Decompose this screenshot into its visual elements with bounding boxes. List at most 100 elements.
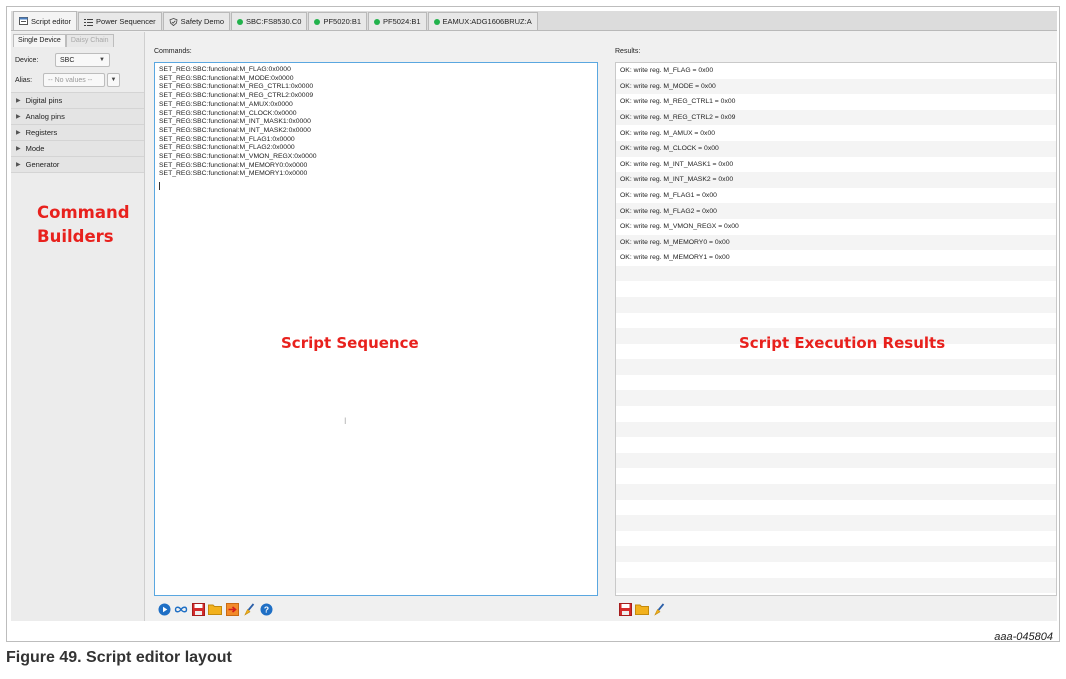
save-icon (191, 602, 205, 616)
clear-brush-icon (243, 602, 254, 616)
result-row: OK: write reg. M_FLAG = 0x00 (620, 67, 714, 75)
empty-result-row (616, 265, 1056, 282)
run-button[interactable] (157, 602, 171, 616)
tab-power-sequencer[interactable]: Power Sequencer (78, 12, 162, 30)
commands-label: Commands: (154, 48, 192, 55)
empty-result-row (616, 515, 1056, 531)
tab-pf5020[interactable]: PF5020:B1 (308, 12, 367, 30)
command-line: SET_REG:SBC:functional:M_MEMORY1:0x0000 (159, 170, 308, 178)
device-mode-tabs: Single Device Daisy Chain (11, 32, 144, 47)
result-row: OK: write reg. M_CLOCK = 0x00 (616, 140, 1056, 157)
result-lines: OK: write reg. M_FLAG = 0x00 OK: write re… (616, 63, 1056, 594)
loop-icon (174, 606, 188, 612)
empty-result-row (616, 313, 1056, 329)
result-row: OK: write reg. M_VMON_REGX = 0x00 (620, 223, 739, 231)
command-line: SET_REG:SBC:functional:M_MEMORY0:0x0000 (159, 161, 308, 169)
status-dot-icon (374, 18, 380, 25)
section-mode[interactable]: ▶ Mode (11, 141, 144, 157)
svg-text:?: ? (263, 604, 268, 614)
section-label: Registers (25, 128, 58, 137)
play-icon (158, 603, 170, 615)
empty-result-row (616, 468, 1056, 484)
empty-result-row (616, 531, 1056, 547)
clear-script-button[interactable] (242, 602, 256, 616)
annotation-line: Command (37, 203, 130, 222)
tab-label: PF5024:B1 (383, 17, 421, 26)
command-line: SET_REG:SBC:functional:M_VMON_REGX:0x000… (159, 153, 317, 161)
command-line: SET_REG:SBC:functional:M_REG_CTRL1:0x000… (159, 83, 314, 91)
save-script-button[interactable] (191, 602, 205, 616)
open-results-button[interactable] (635, 602, 649, 616)
clear-results-button[interactable] (652, 602, 666, 616)
open-folder-icon (208, 604, 222, 615)
result-row: OK: write reg. M_REG_CTRL1 = 0x00 (620, 98, 736, 106)
tab-label: Script editor (31, 16, 72, 26)
alias-row: Alias: -- No values -- ▼ (11, 70, 144, 90)
command-builders-annotation: Command Builders (37, 201, 130, 249)
results-label: Results: (615, 48, 641, 55)
command-line: SET_REG:SBC:functional:M_FLAG1:0x0000 (159, 135, 295, 143)
empty-result-row (616, 546, 1056, 562)
tab-pf5024[interactable]: PF5024:B1 (368, 12, 427, 30)
chevron-right-icon: ▶ (16, 162, 21, 168)
empty-result-row (616, 281, 1056, 297)
figure-code: aaa-045804 (994, 631, 1053, 643)
script-editor-icon (19, 17, 28, 25)
tab-eamux[interactable]: EAMUX:ADG1606BRUZ:A (427, 12, 538, 30)
empty-result-row (616, 390, 1056, 407)
tab-single-device[interactable]: Single Device (13, 34, 66, 47)
help-button[interactable]: ? (259, 602, 273, 616)
status-dot-icon (237, 18, 244, 25)
import-button[interactable] (225, 602, 239, 616)
tab-bar: Script editor Power Sequencer Safety Dem… (11, 11, 1057, 31)
tab-sbc-fs8530[interactable]: SBC:FS8530.C0 (231, 12, 308, 30)
alias-dropdown-button[interactable]: ▼ (107, 73, 120, 87)
results-toolbar (618, 602, 666, 616)
command-line: SET_REG:SBC:functional:M_INT_MASK1:0x000… (159, 118, 311, 126)
script-execution-results-annotation: Script Execution Results (739, 334, 946, 352)
chevron-right-icon: ▶ (16, 130, 21, 136)
tab-script-editor[interactable]: Script editor (13, 11, 78, 30)
chevron-right-icon: ▶ (16, 146, 21, 152)
tab-safety-demo[interactable]: Safety Demo (162, 12, 231, 30)
tab-label: SBC:FS8530.C0 (246, 17, 302, 26)
section-label: Digital pins (25, 96, 63, 105)
command-lines: SET_REG:SBC:functional:M_FLAG:0x0000 SET_… (155, 63, 597, 182)
result-row: OK: write reg. M_REG_CTRL2 = 0x09 (616, 109, 1056, 126)
figure-frame: Script editor Power Sequencer Safety Dem… (6, 6, 1060, 643)
script-sequence-annotation: Script Sequence (281, 334, 419, 352)
commands-editor[interactable]: SET_REG:SBC:functional:M_FLAG:0x0000 SET_… (154, 62, 598, 596)
clear-brush-icon (653, 602, 664, 616)
save-results-button[interactable] (618, 602, 632, 616)
device-row: Device: SBC ▼ (11, 50, 144, 70)
tab-daisy-chain[interactable]: Daisy Chain (65, 34, 114, 47)
section-generator[interactable]: ▶ Generator (11, 157, 144, 173)
command-line: SET_REG:SBC:functional:M_AMUX:0x0000 (159, 100, 293, 108)
open-folder-icon (635, 604, 649, 615)
script-editor-window: Script editor Power Sequencer Safety Dem… (11, 11, 1057, 621)
results-list[interactable]: OK: write reg. M_FLAG = 0x00 OK: write re… (615, 62, 1057, 596)
command-line: SET_REG:SBC:functional:M_FLAG:0x0000 (159, 66, 291, 73)
result-row: OK: write reg. M_FLAG1 = 0x00 (620, 192, 717, 200)
empty-result-row (616, 577, 1056, 594)
text-caret (159, 182, 160, 191)
tab-label: EAMUX:ADG1606BRUZ:A (442, 17, 532, 26)
empty-result-row (616, 296, 1056, 313)
section-label: Analog pins (25, 112, 65, 121)
open-script-button[interactable] (208, 602, 222, 616)
device-value: SBC (60, 56, 75, 64)
section-registers[interactable]: ▶ Registers (11, 125, 144, 141)
section-digital-pins[interactable]: ▶ Digital pins (11, 93, 144, 109)
section-analog-pins[interactable]: ▶ Analog pins (11, 109, 144, 125)
loop-button[interactable] (174, 602, 188, 616)
empty-result-row (616, 500, 1056, 516)
device-label: Device: (15, 56, 39, 64)
command-line: SET_REG:SBC:functional:M_MODE:0x0000 (159, 74, 294, 82)
figure-caption: Figure 49. Script editor layout (6, 649, 232, 666)
command-line: SET_REG:SBC:functional:M_INT_MASK2:0x000… (159, 126, 311, 134)
result-row: OK: write reg. M_MEMORY0 = 0x00 (616, 234, 1056, 251)
commands-toolbar: ? (157, 602, 273, 616)
device-select[interactable]: SBC ▼ (55, 53, 110, 67)
command-line: SET_REG:SBC:functional:M_CLOCK:0x0000 (159, 109, 297, 117)
alias-select[interactable]: -- No values -- (43, 73, 105, 87)
